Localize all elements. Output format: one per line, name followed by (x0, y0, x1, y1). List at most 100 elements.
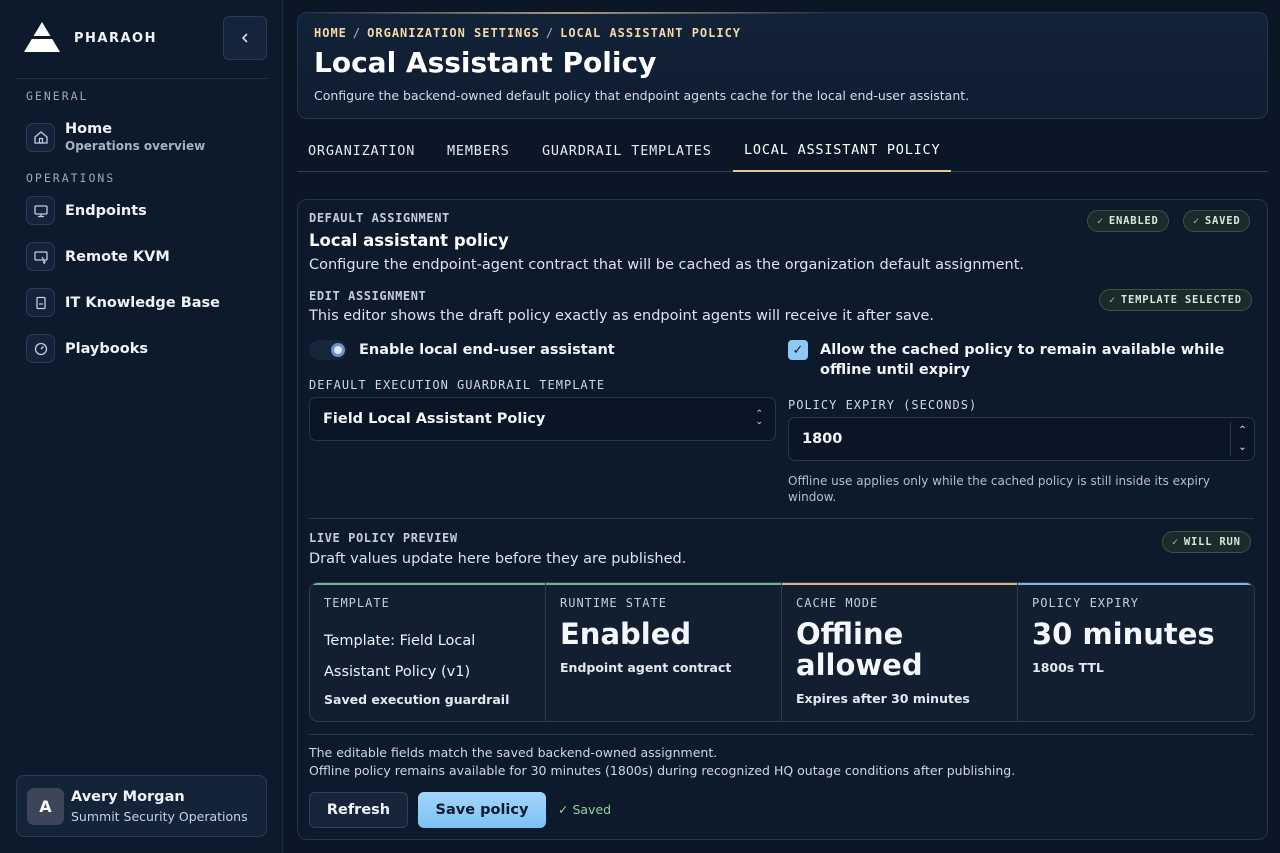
offline-allowed-label: Allow the cached policy to remain availa… (820, 342, 1225, 378)
page-title: Local Assistant Policy (314, 46, 657, 79)
chevron-down-icon[interactable]: ⌄ (1231, 439, 1254, 456)
sidebar-item-label: Endpoints (65, 202, 147, 219)
preview-cell-runtime-state: RUNTIME STATE Enabled Endpoint agent con… (546, 583, 782, 721)
sidebar: PHARAOH GENERAL Home Operations overview… (0, 0, 283, 853)
template-field-label: DEFAULT EXECUTION GUARDRAIL TEMPLATE (309, 378, 606, 392)
sidebar-item-sublabel: Operations overview (65, 139, 206, 153)
section-divider (309, 734, 1254, 735)
live-preview-eyebrow: LIVE POLICY PREVIEW (309, 531, 458, 545)
sidebar-item-label: Playbooks (65, 340, 148, 357)
sidebar-item-label: Remote KVM (65, 248, 170, 265)
select-arrows-icon: ⌃ ⌄ (755, 409, 763, 427)
preview-sub: Saved execution guardrail (324, 692, 510, 707)
check-icon: ✓ (1193, 215, 1200, 227)
breadcrumb-home[interactable]: HOME (314, 26, 347, 40)
page-description: Configure the backend-owned default poli… (314, 88, 970, 103)
check-icon: ✓ (1109, 294, 1116, 306)
accent-line (310, 583, 545, 585)
preview-description: Draft values update here before they are… (309, 551, 687, 567)
preview-value: Offline allowed (796, 617, 923, 682)
sidebar-item-label: IT Knowledge Base (65, 294, 220, 311)
user-name: Avery Morgan (71, 788, 185, 805)
avatar: A (27, 787, 64, 825)
sidebar-item-endpoints[interactable]: Endpoints (26, 196, 147, 225)
status-badge-saved: ✓ SAVED (1183, 210, 1251, 232)
preview-label: CACHE MODE (796, 596, 879, 610)
preview-cell-cache-mode: CACHE MODE Offline allowed Expires after… (782, 583, 1018, 721)
user-org: Summit Security Operations (71, 808, 248, 824)
user-card[interactable]: A Avery Morgan Summit Security Operation… (16, 775, 267, 837)
gauge-icon (26, 334, 55, 363)
input-value: 1800 (802, 431, 843, 447)
badge-label: SAVED (1204, 215, 1241, 227)
accent-line (1018, 583, 1254, 585)
brand[interactable]: PHARAOH (24, 22, 157, 54)
number-stepper[interactable]: ⌃ ⌄ (1230, 422, 1254, 456)
breadcrumb-separator: / (545, 26, 555, 40)
tab-members[interactable]: MEMBERS (436, 130, 521, 172)
sidebar-divider (16, 78, 267, 79)
save-policy-button[interactable]: Save policy (418, 792, 546, 828)
section-divider (309, 518, 1254, 519)
chevron-up-icon[interactable]: ⌃ (1231, 422, 1254, 439)
saved-status: ✓ Saved (558, 802, 611, 817)
edit-assignment-eyebrow: EDIT ASSIGNMENT (309, 289, 427, 303)
pharaoh-logo-icon (24, 22, 60, 54)
preview-label: RUNTIME STATE (560, 596, 667, 610)
breadcrumb-organization-settings[interactable]: ORGANIZATION SETTINGS (367, 26, 540, 40)
footer-note-1: The editable fields match the saved back… (309, 745, 718, 760)
check-icon: ✓ (1172, 536, 1179, 548)
footer-note-2: Offline policy remains available for 30 … (309, 763, 1016, 778)
preview-value: Enabled (560, 617, 692, 651)
sidebar-item-home[interactable]: Home Operations overview (26, 121, 205, 153)
sidebar-item-knowledge-base[interactable]: IT Knowledge Base (26, 288, 220, 317)
expiry-help-text: Offline use applies only while the cache… (788, 474, 1210, 504)
home-icon (26, 122, 55, 152)
saved-status-label: Saved (572, 802, 612, 817)
assignment-description: Configure the endpoint-agent contract th… (309, 257, 1025, 273)
badge-label: TEMPLATE SELECTED (1120, 294, 1242, 306)
tab-organization[interactable]: ORGANIZATION (297, 130, 426, 172)
breadcrumb-separator: / (352, 26, 362, 40)
tab-guardrail-templates[interactable]: GUARDRAIL TEMPLATES (531, 130, 723, 172)
refresh-button[interactable]: Refresh (309, 792, 408, 828)
enable-assistant-label: Enable local end-user assistant (359, 342, 615, 358)
policy-expiry-input[interactable]: 1800 ⌃ ⌄ (788, 417, 1255, 461)
badge-label: WILL RUN (1183, 536, 1241, 548)
accent-line (546, 583, 781, 585)
preview-sub: Expires after 30 minutes (796, 691, 970, 706)
enable-assistant-toggle[interactable] (309, 340, 347, 360)
breadcrumb-current: LOCAL ASSISTANT POLICY (560, 26, 742, 40)
select-value: Field Local Assistant Policy (323, 411, 546, 427)
check-icon: ✓ (1097, 215, 1104, 227)
preview-cell-template: TEMPLATE Template: Field Local Assistant… (310, 583, 546, 721)
accent-line (782, 583, 1017, 585)
preview-label: TEMPLATE (324, 596, 390, 610)
offline-allowed-checkbox[interactable]: ✓ (788, 340, 808, 360)
assignment-title: Local assistant policy (309, 231, 509, 250)
section-label-general: GENERAL (26, 89, 89, 103)
status-badge-will-run: ✓ WILL RUN (1162, 531, 1251, 553)
policy-preview-grid: TEMPLATE Template: Field Local Assistant… (309, 582, 1255, 722)
preview-sub: Endpoint agent contract (560, 660, 732, 675)
settings-tabs: ORGANIZATION MEMBERS GUARDRAIL TEMPLATES… (297, 130, 1268, 172)
chevron-left-icon (241, 33, 248, 43)
monitor-icon (26, 196, 55, 225)
sidebar-item-playbooks[interactable]: Playbooks (26, 334, 148, 363)
preview-value: Template: Field Local Assistant Policy (… (324, 633, 476, 680)
preview-value: 30 minutes (1032, 617, 1215, 651)
guardrail-template-select[interactable]: Field Local Assistant Policy ⌃ ⌄ (309, 397, 776, 441)
status-badge-template-selected: ✓ TEMPLATE SELECTED (1099, 289, 1252, 311)
badge-label: ENABLED (1108, 215, 1159, 227)
brand-name: PHARAOH (74, 30, 157, 46)
page-header: HOME / ORGANIZATION SETTINGS / LOCAL ASSISTA… (297, 12, 1268, 119)
sidebar-item-remote-kvm[interactable]: Remote KVM (26, 242, 170, 271)
toggle-knob (331, 343, 345, 357)
book-icon (26, 288, 55, 317)
section-label-operations: OPERATIONS (26, 171, 116, 185)
tab-local-assistant-policy[interactable]: LOCAL ASSISTANT POLICY (733, 130, 952, 172)
collapse-sidebar-button[interactable] (223, 16, 267, 60)
default-assignment-eyebrow: DEFAULT ASSIGNMENT (309, 211, 450, 225)
preview-label: POLICY EXPIRY (1032, 596, 1139, 610)
preview-cell-policy-expiry: POLICY EXPIRY 30 minutes 1800s TTL (1018, 583, 1254, 721)
